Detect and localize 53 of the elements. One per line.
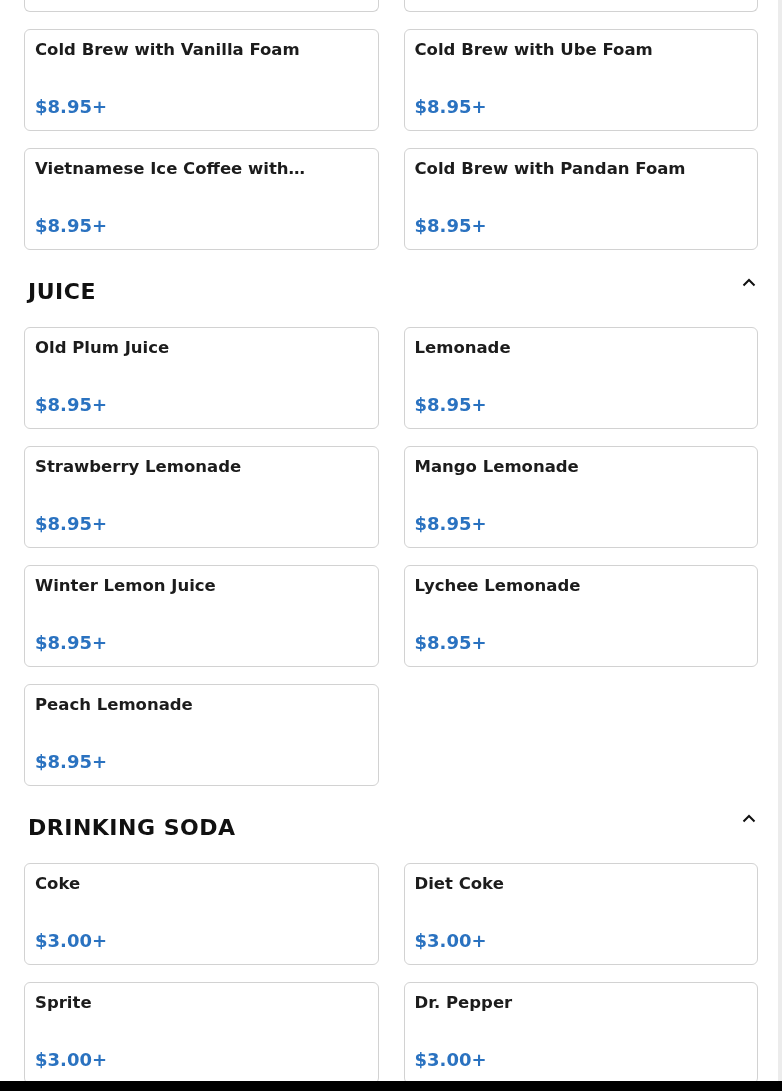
item-name: Cold Brew with Ube Foam xyxy=(414,40,654,60)
menu-item-card[interactable]: Lychee Lemonade $8.95+ xyxy=(403,565,758,667)
item-price: $3.00+ xyxy=(35,1049,108,1071)
card[interactable] xyxy=(24,0,379,12)
item-name: Old Plum Juice xyxy=(35,338,171,358)
menu-item-card[interactable]: Strawberry Lemonade $8.95+ xyxy=(24,446,379,548)
menu-item-card[interactable]: Vietnamese Ice Coffee with… $8.95+ xyxy=(24,148,379,250)
menu-item-card[interactable]: Lemonade $8.95+ xyxy=(403,327,758,429)
item-name: Cold Brew with Vanilla Foam xyxy=(35,40,301,60)
item-price: $8.95+ xyxy=(35,632,108,654)
item-name: Peach Lemonade xyxy=(35,695,194,715)
item-name: Dr. Pepper xyxy=(414,993,514,1013)
item-name: Sprite xyxy=(35,993,93,1013)
item-name: Lemonade xyxy=(414,338,512,358)
item-price: $8.95+ xyxy=(35,96,108,118)
item-name: Vietnamese Ice Coffee with… xyxy=(35,159,307,179)
item-name: Winter Lemon Juice xyxy=(35,576,217,596)
collapse-toggle[interactable] xyxy=(742,814,756,823)
item-name: Diet Coke xyxy=(414,874,505,894)
collapse-toggle[interactable] xyxy=(742,278,756,287)
section-title: JUICE xyxy=(28,278,96,306)
menu-item-card[interactable]: Sprite $3.00+ xyxy=(24,982,379,1081)
card[interactable] xyxy=(403,0,758,12)
section-title: DRINKING SODA xyxy=(28,814,236,842)
item-price: $3.00+ xyxy=(414,1049,487,1071)
menu-item-card[interactable]: Winter Lemon Juice $8.95+ xyxy=(24,565,379,667)
item-name: Coke xyxy=(35,874,82,894)
item-price: $8.95+ xyxy=(414,513,487,535)
menu-item-card[interactable]: Coke $3.00+ xyxy=(24,863,379,965)
item-name: Strawberry Lemonade xyxy=(35,457,243,477)
menu-item-card[interactable]: Dr. Pepper $3.00+ xyxy=(403,982,758,1081)
item-name: Mango Lemonade xyxy=(414,457,580,477)
item-price: $8.95+ xyxy=(35,215,108,237)
menu-item-card[interactable]: Peach Lemonade $8.95+ xyxy=(24,684,379,786)
menu-item-card[interactable]: Cold Brew with Ube Foam $8.95+ xyxy=(403,29,758,131)
item-price: $3.00+ xyxy=(35,930,108,952)
item-name: Cold Brew with Pandan Foam xyxy=(414,159,687,179)
menu-item-card[interactable]: Cold Brew with Vanilla Foam $8.95+ xyxy=(24,29,379,131)
item-price: $8.95+ xyxy=(414,215,487,237)
menu-item-card[interactable]: Diet Coke $3.00+ xyxy=(403,863,758,965)
item-price: $8.95+ xyxy=(414,632,487,654)
item-price: $8.95+ xyxy=(414,96,487,118)
item-price: $8.95+ xyxy=(35,751,108,773)
item-name: Lychee Lemonade xyxy=(414,576,582,596)
item-price: $8.95+ xyxy=(414,394,487,416)
chevron-up-icon xyxy=(742,278,756,287)
item-price: $3.00+ xyxy=(414,930,487,952)
item-price: $8.95+ xyxy=(35,513,108,535)
item-price: $8.95+ xyxy=(35,394,108,416)
menu-item-card[interactable]: Mango Lemonade $8.95+ xyxy=(403,446,758,548)
menu-item-card[interactable]: Old Plum Juice $8.95+ xyxy=(24,327,379,429)
chevron-up-icon xyxy=(742,814,756,823)
menu-item-card[interactable]: Cold Brew with Pandan Foam $8.95+ xyxy=(403,148,758,250)
